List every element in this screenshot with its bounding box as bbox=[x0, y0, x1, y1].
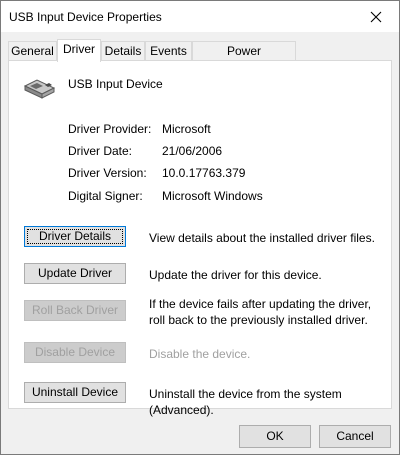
roll-back-driver-description: If the device fails after updating the d… bbox=[149, 297, 372, 327]
tab-details[interactable]: Details bbox=[101, 41, 145, 60]
cancel-button[interactable]: Cancel bbox=[319, 425, 391, 448]
roll-back-driver-button: Roll Back Driver bbox=[24, 300, 126, 321]
update-driver-description: Update the driver for this device. bbox=[149, 268, 322, 282]
tab-general[interactable]: General bbox=[8, 41, 57, 60]
driver-version-value: 10.0.17763.379 bbox=[162, 166, 246, 180]
window-title: USB Input Device Properties bbox=[9, 10, 162, 24]
device-name: USB Input Device bbox=[68, 77, 163, 91]
disable-device-button: Disable Device bbox=[24, 342, 126, 363]
driver-details-button[interactable]: Driver Details bbox=[24, 226, 126, 247]
uninstall-device-description: Uninstall the device from the system (Ad… bbox=[149, 387, 342, 417]
driver-tab-panel: USB Input Device Driver Provider: Micros… bbox=[8, 60, 392, 417]
disable-device-description: Disable the device. bbox=[149, 347, 251, 361]
properties-dialog: USB Input Device Properties General Driv… bbox=[0, 0, 400, 455]
title-bar: USB Input Device Properties bbox=[1, 1, 399, 32]
digital-signer-label: Digital Signer: bbox=[68, 189, 143, 203]
digital-signer-value: Microsoft Windows bbox=[162, 189, 263, 203]
uninstall-device-button[interactable]: Uninstall Device bbox=[24, 382, 126, 403]
tab-power-management[interactable]: Power Management bbox=[192, 41, 296, 77]
close-icon bbox=[370, 11, 382, 22]
driver-version-label: Driver Version: bbox=[68, 166, 147, 180]
ok-button[interactable]: OK bbox=[239, 425, 311, 448]
close-button[interactable] bbox=[353, 1, 399, 32]
update-driver-button[interactable]: Update Driver bbox=[24, 263, 126, 284]
driver-date-label: Driver Date: bbox=[68, 144, 133, 158]
driver-date-value: 21/06/2006 bbox=[162, 144, 223, 158]
tab-driver[interactable]: Driver bbox=[57, 39, 101, 62]
driver-provider-label: Driver Provider: bbox=[68, 122, 152, 136]
tab-events[interactable]: Events bbox=[145, 41, 192, 60]
usb-device-icon bbox=[23, 79, 56, 99]
driver-details-description: View details about the installed driver … bbox=[149, 231, 375, 245]
driver-provider-value: Microsoft bbox=[162, 122, 211, 136]
